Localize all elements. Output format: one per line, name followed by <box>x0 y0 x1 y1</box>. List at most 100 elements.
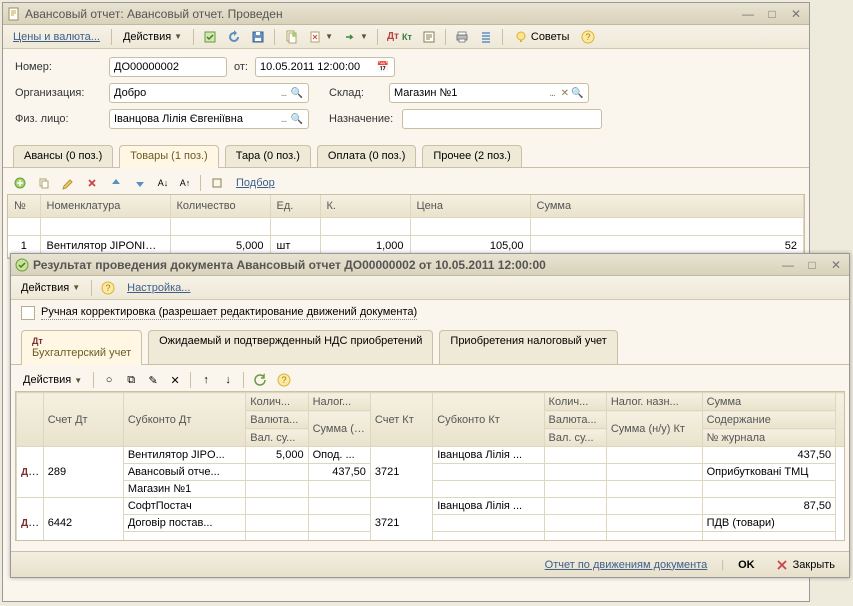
tab-other[interactable]: Прочее (2 поз.) <box>422 145 521 167</box>
acct-actions-menu[interactable]: Действия▼ <box>17 370 88 390</box>
col-sum[interactable]: Сумма <box>702 393 836 411</box>
col-price[interactable]: Цена <box>410 195 530 217</box>
table-row[interactable]: ДтКт 289 Вентилятор JIPO... 5,000 Опод. … <box>17 447 846 464</box>
result-titlebar: Результат проведения документа Авансовый… <box>11 254 849 276</box>
vscroll[interactable] <box>836 447 845 542</box>
prices-link[interactable]: Цены и валюта... <box>13 31 100 43</box>
person-field[interactable]: ...🔍 <box>109 109 309 129</box>
col-sub-dt[interactable]: Субконто Дт <box>123 393 245 447</box>
warehouse-clear-icon[interactable]: ✕ <box>558 88 571 99</box>
org-search-icon[interactable]: 🔍 <box>290 88 304 99</box>
delete-row-icon[interactable] <box>81 173 103 193</box>
col-acc-kt[interactable]: Счет Кт <box>370 393 432 447</box>
number-label: Номер: <box>15 61 105 73</box>
person-search-icon[interactable]: 🔍 <box>290 114 304 125</box>
tab-tax[interactable]: Приобретения налоговый учет <box>439 330 617 364</box>
col-sub-kt[interactable]: Субконто Кт <box>433 393 544 447</box>
move-up-icon[interactable] <box>105 173 127 193</box>
refresh-icon[interactable] <box>223 27 245 47</box>
doc-icon <box>7 7 21 21</box>
result-close-button[interactable]: ✕ <box>827 258 845 272</box>
sort-asc-icon[interactable]: А↓ <box>153 173 173 193</box>
report-link[interactable]: Отчет по движениям документа <box>545 559 708 571</box>
result-help-icon[interactable]: ? <box>97 278 119 298</box>
copy-row-icon[interactable] <box>33 173 55 193</box>
edit-row-icon[interactable] <box>57 173 79 193</box>
acct-down-icon[interactable]: ↓ <box>218 370 238 390</box>
result-toolbar: Действия▼ ? Настройка... <box>11 276 849 300</box>
warehouse-field[interactable]: ...✕🔍 <box>389 83 589 103</box>
result-maximize-button[interactable]: □ <box>803 258 821 272</box>
ok-button[interactable]: OK <box>732 557 761 573</box>
minimize-button[interactable]: — <box>739 7 757 21</box>
acct-help-icon[interactable]: ? <box>273 370 295 390</box>
col-tax-kt[interactable]: Налог. назн... <box>606 393 702 411</box>
tab-payment[interactable]: Оплата (0 поз.) <box>317 145 416 167</box>
acct-edit-icon[interactable]: ✎ <box>143 370 163 390</box>
settings-link[interactable]: Настройка... <box>127 282 190 294</box>
tab-vat[interactable]: Ожидаемый и подтвержденный НДС приобрете… <box>148 330 433 364</box>
go-to-icon[interactable]: ▼ <box>339 27 372 47</box>
col-nom[interactable]: Номенклатура <box>40 195 170 217</box>
table-row[interactable]: ДтКт 6442 СофтПостач 3721 Іванцова Лілія… <box>17 498 846 515</box>
print-form-icon[interactable] <box>418 27 440 47</box>
tab-advances[interactable]: Авансы (0 поз.) <box>13 145 113 167</box>
col-k[interactable]: К. <box>320 195 410 217</box>
move-down-icon[interactable] <box>129 173 151 193</box>
tips-button[interactable]: Советы <box>508 27 575 47</box>
acct-delete-icon[interactable]: ✕ <box>165 370 185 390</box>
col-qty[interactable]: Количество <box>170 195 270 217</box>
warehouse-search-icon[interactable]: 🔍 <box>571 88 584 99</box>
result-title: Результат проведения документа Авансовый… <box>33 258 779 272</box>
result-minimize-button[interactable]: — <box>779 258 797 272</box>
scroll-head[interactable] <box>836 393 845 447</box>
close-button[interactable]: ✕ <box>787 7 805 21</box>
col-tax-dt[interactable]: Налог... <box>308 393 370 411</box>
col-qty-dt[interactable]: Колич... <box>246 393 308 411</box>
list-icon[interactable] <box>475 27 497 47</box>
col-unit[interactable]: Ед. <box>270 195 320 217</box>
warehouse-select-icon[interactable]: ... <box>546 88 559 99</box>
acct-add-icon[interactable]: ○ <box>99 370 119 390</box>
org-select-icon[interactable]: ... <box>277 88 291 99</box>
acct-refresh-icon[interactable] <box>249 370 271 390</box>
tab-tare[interactable]: Тара (0 поз.) <box>225 145 311 167</box>
actions-menu[interactable]: Действия▼ <box>117 27 188 47</box>
col-qty-kt[interactable]: Колич... <box>544 393 606 411</box>
date-field[interactable]: 📅 <box>255 57 395 77</box>
result-window: Результат проведения документа Авансовый… <box>10 253 850 578</box>
tab-goods[interactable]: Товары (1 поз.) <box>119 145 218 168</box>
dtkt-icon[interactable]: ДтКт <box>383 27 416 47</box>
acct-up-icon[interactable]: ↑ <box>196 370 216 390</box>
save-icon[interactable] <box>247 27 269 47</box>
calendar-icon[interactable]: 📅 <box>376 62 390 73</box>
org-label: Организация: <box>15 87 105 99</box>
person-select-icon[interactable]: ... <box>277 114 291 125</box>
purpose-field[interactable] <box>402 109 602 129</box>
manual-checkbox[interactable] <box>21 306 35 320</box>
settings-icon[interactable] <box>206 173 228 193</box>
col-sum[interactable]: Сумма <box>530 195 804 217</box>
add-row-icon[interactable] <box>9 173 31 193</box>
manual-correction-row: Ручная корректировка (разрешает редактир… <box>11 300 849 324</box>
print-icon[interactable] <box>451 27 473 47</box>
maximize-button[interactable]: □ <box>763 7 781 21</box>
manual-label: Ручная корректировка (разрешает редактир… <box>41 306 417 320</box>
result-doc-icon <box>15 258 29 272</box>
col-n[interactable]: № <box>8 195 40 217</box>
close-footer-button[interactable]: Закрыть <box>769 556 841 574</box>
number-field[interactable] <box>109 57 227 77</box>
help-icon[interactable]: ? <box>577 27 599 47</box>
struct-menu-icon[interactable]: ▼ <box>304 27 337 47</box>
table-row[interactable] <box>8 217 804 235</box>
acct-copy-icon[interactable]: ⧉ <box>121 370 141 390</box>
tab-accounting[interactable]: ДтБухгалтерский учет <box>21 330 142 365</box>
post-icon[interactable] <box>199 27 221 47</box>
result-footer: Отчет по движениям документа | OK Закрыт… <box>11 551 849 577</box>
result-actions-menu[interactable]: Действия▼ <box>15 278 86 298</box>
col-acc-dt[interactable]: Счет Дт <box>43 393 123 447</box>
copy-doc-icon[interactable] <box>280 27 302 47</box>
sort-desc-icon[interactable]: А↑ <box>175 173 195 193</box>
select-link[interactable]: Подбор <box>236 177 275 189</box>
org-field[interactable]: ...🔍 <box>109 83 309 103</box>
